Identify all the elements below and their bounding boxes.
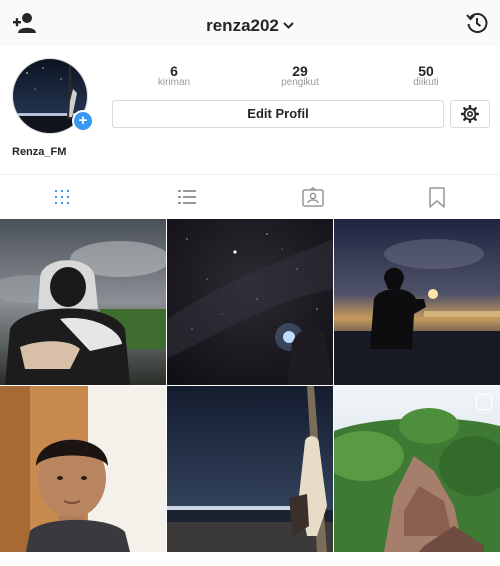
stat-posts-label: kiriman — [157, 77, 191, 88]
profile-header: + Renza_FM 6 kiriman 29 pengikut 50 diik… — [0, 46, 500, 174]
stat-followers-count: 29 — [292, 63, 308, 79]
post-thumbnail[interactable] — [0, 219, 166, 385]
post-thumbnail[interactable] — [334, 386, 500, 552]
stat-followers-label: pengikut — [281, 77, 319, 88]
tab-grid[interactable] — [0, 175, 125, 219]
profile-stats: 6 kiriman 29 pengikut 50 diikuti — [112, 64, 488, 94]
stat-following-count: 50 — [418, 63, 434, 79]
post-thumbnail[interactable] — [334, 219, 500, 385]
top-bar: renza202 — [0, 0, 500, 47]
tagged-icon — [302, 187, 324, 207]
settings-button[interactable] — [450, 100, 490, 128]
saved-icon — [429, 187, 445, 208]
multiple-photos-icon — [476, 394, 492, 410]
display-name: Renza_FM — [12, 146, 67, 158]
stat-followers[interactable]: 29 pengikut — [240, 64, 360, 88]
gear-icon — [461, 105, 479, 123]
profile-tabs — [0, 174, 500, 220]
grid-icon — [55, 190, 69, 204]
add-story-icon[interactable]: + — [72, 110, 94, 132]
tab-list[interactable] — [125, 175, 250, 219]
post-thumbnail[interactable] — [167, 219, 333, 385]
post-thumbnail[interactable] — [0, 386, 166, 552]
stat-following[interactable]: 50 diikuti — [366, 64, 486, 88]
chevron-down-icon — [283, 14, 294, 34]
edit-profile-button[interactable]: Edit Profil — [112, 100, 444, 128]
history-icon[interactable] — [466, 12, 488, 34]
post-grid — [0, 219, 500, 566]
tab-tagged[interactable] — [250, 175, 375, 219]
stat-posts[interactable]: 6 kiriman — [114, 64, 234, 88]
username-dropdown[interactable]: renza202 — [0, 14, 500, 36]
stat-posts-count: 6 — [170, 63, 178, 79]
stat-following-label: diikuti — [413, 77, 439, 88]
post-thumbnail[interactable] — [167, 386, 333, 552]
list-icon — [178, 190, 196, 204]
tab-saved[interactable] — [375, 175, 500, 219]
header-username: renza202 — [206, 16, 279, 35]
avatar[interactable]: + — [12, 58, 94, 134]
